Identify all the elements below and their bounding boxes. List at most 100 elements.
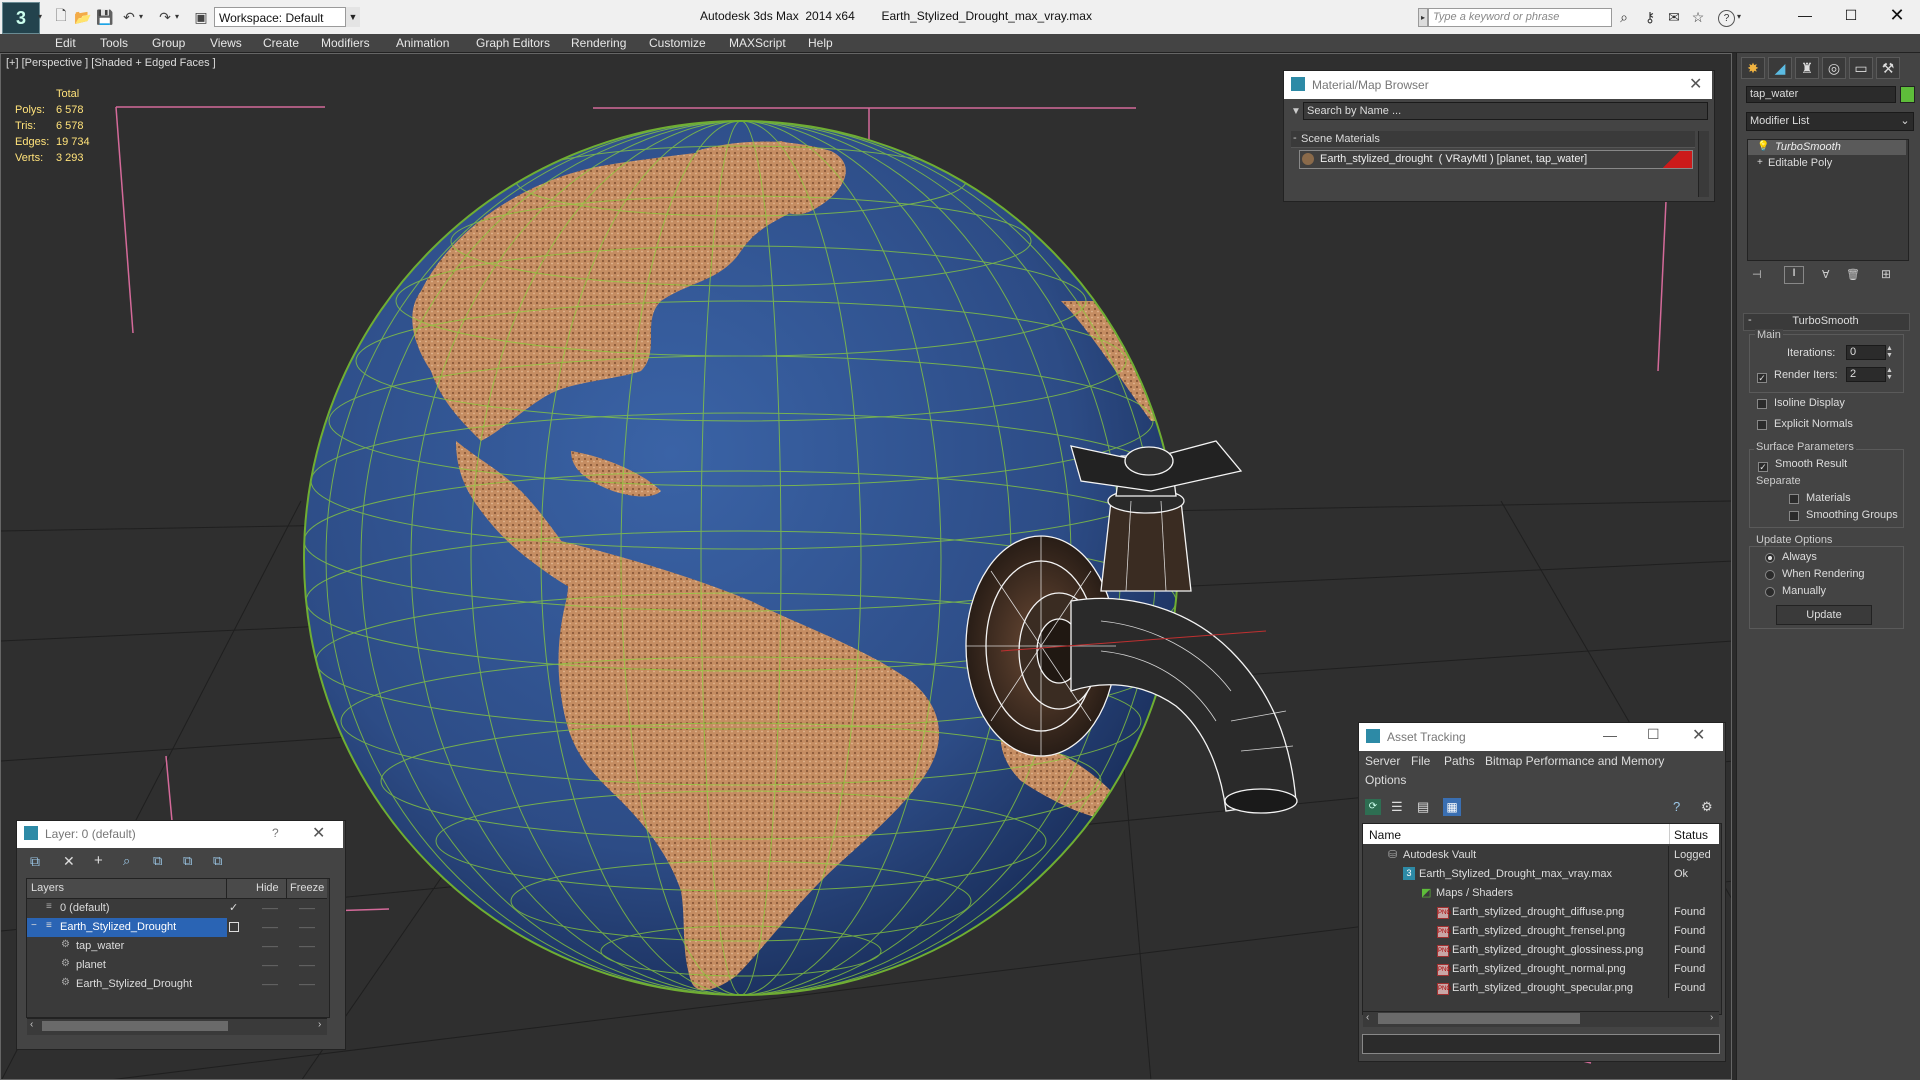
highlight-layer-icon[interactable]: ⧉ <box>153 853 162 869</box>
hide-toggle[interactable]: —— <box>262 904 278 913</box>
binoculars-icon[interactable]: ⌕ <box>1614 8 1634 26</box>
layer-object-row-planet[interactable] <box>27 956 327 975</box>
hide-toggle[interactable]: —— <box>262 980 278 989</box>
menu-graph-editors[interactable]: Graph Editors <box>476 34 550 52</box>
scroll-left-icon[interactable]: ‹ <box>1366 1012 1369 1023</box>
asset-menu-bitmap-performance[interactable]: Bitmap Performance and Memory <box>1485 754 1664 768</box>
create-tab-icon[interactable]: ✸ <box>1741 57 1765 79</box>
scroll-right-icon[interactable]: › <box>1710 1012 1713 1023</box>
smoothing-groups-checkbox[interactable] <box>1789 510 1799 524</box>
menu-edit[interactable]: Edit <box>55 34 76 52</box>
close-icon[interactable]: ✕ <box>1692 725 1705 745</box>
freeze-toggle[interactable]: —— <box>299 923 315 932</box>
remove-modifier-icon[interactable]: 🗑 <box>1846 268 1860 281</box>
asset-row-maps-shaders[interactable] <box>1363 884 1719 903</box>
minimize-button[interactable]: — <box>1782 0 1828 30</box>
object-color-swatch[interactable] <box>1900 86 1915 103</box>
search-expand-icon[interactable]: ▸ <box>1418 8 1428 27</box>
render-iters-spinner[interactable]: ▲ ▼ <box>1886 367 1893 381</box>
hide-column-header[interactable]: Hide <box>256 882 279 894</box>
modifier-list-dropdown[interactable]: Modifier List <box>1746 112 1914 131</box>
freeze-toggle[interactable]: —— <box>299 961 315 970</box>
create-layer-icon[interactable]: ⧉ <box>30 853 40 870</box>
minimize-button[interactable]: — <box>1603 727 1617 743</box>
close-button[interactable]: ✕ <box>1874 0 1920 30</box>
undo-dropdown-arrow[interactable]: ▾ <box>139 12 143 21</box>
maximize-button[interactable]: ☐ <box>1647 726 1660 743</box>
menu-create[interactable]: Create <box>263 34 299 52</box>
asset-menu-file[interactable]: File <box>1411 754 1430 768</box>
menu-views[interactable]: Views <box>210 34 242 52</box>
update-manually-radio[interactable] <box>1765 586 1775 600</box>
new-file-icon[interactable]: 🗋 <box>52 7 70 26</box>
redo-icon[interactable]: ↷ <box>156 8 174 26</box>
communication-center-icon[interactable]: ✉ <box>1664 8 1684 26</box>
separate-materials-checkbox[interactable] <box>1789 493 1799 507</box>
isoline-display-checkbox[interactable] <box>1757 398 1767 412</box>
asset-menu-paths[interactable]: Paths <box>1444 754 1475 768</box>
help-icon[interactable]: ? <box>1673 799 1680 814</box>
menu-rendering[interactable]: Rendering <box>571 34 626 52</box>
expand-plus-icon[interactable]: + <box>1757 157 1763 168</box>
freeze-all-layers-icon[interactable]: ⧉ <box>213 853 222 869</box>
freeze-toggle[interactable]: —— <box>299 942 315 951</box>
close-icon[interactable]: ✕ <box>1689 74 1702 94</box>
motion-tab-icon[interactable]: ◎ <box>1822 57 1846 79</box>
iterations-spinner[interactable]: ▲ ▼ <box>1886 345 1893 359</box>
settings-icon[interactable]: ⚙ <box>1701 799 1713 815</box>
object-name-field[interactable]: tap_water <box>1746 86 1896 103</box>
iterations-input[interactable]: 0 <box>1846 345 1886 360</box>
save-icon[interactable]: 💾 <box>96 8 114 26</box>
freeze-column-header[interactable]: Freeze <box>290 882 324 894</box>
hide-toggle[interactable]: —— <box>262 961 278 970</box>
asset-menu-server[interactable]: Server <box>1365 754 1400 768</box>
help-dropdown-arrow[interactable]: ▾ <box>1737 12 1741 21</box>
update-always-radio[interactable] <box>1765 552 1775 566</box>
expand-minus-icon[interactable]: − <box>31 920 37 931</box>
layer-object-row-tap-water[interactable] <box>27 937 327 956</box>
app-logo-button[interactable]: 3 <box>2 2 40 34</box>
key-icon[interactable]: ⚷ <box>1640 8 1660 26</box>
help-icon[interactable]: ? <box>1718 10 1735 27</box>
chevron-down-icon[interactable]: ⌄ <box>1898 113 1912 130</box>
make-current-checkbox[interactable] <box>229 922 239 932</box>
render-iters-input[interactable]: 2 <box>1846 367 1886 382</box>
layer-help-button[interactable]: ? <box>272 826 279 840</box>
layers-column-header[interactable]: Layers <box>31 882 64 894</box>
close-icon[interactable]: ✕ <box>312 823 325 843</box>
update-button[interactable]: Update <box>1776 605 1872 625</box>
freeze-toggle[interactable]: —— <box>299 904 315 913</box>
render-iters-checkbox[interactable]: ✓ <box>1757 370 1767 384</box>
update-when-rendering-radio[interactable] <box>1765 569 1775 583</box>
current-layer-check-icon[interactable]: ✓ <box>229 901 238 914</box>
make-unique-icon[interactable]: ∀ <box>1822 268 1830 281</box>
hide-all-layers-icon[interactable]: ⧉ <box>183 853 192 869</box>
utilities-tab-icon[interactable]: ⚒ <box>1876 57 1900 79</box>
list-view-icon[interactable]: ☰ <box>1391 799 1403 815</box>
menu-group[interactable]: Group <box>152 34 185 52</box>
scroll-left-icon[interactable]: ‹ <box>30 1019 33 1030</box>
material-browser-scrollbar[interactable] <box>1698 131 1709 197</box>
redo-dropdown-arrow[interactable]: ▾ <box>175 12 179 21</box>
select-objects-icon[interactable]: ⌕ <box>123 853 130 869</box>
modifier-stack-item-editable-poly[interactable]: Editable Poly <box>1768 157 1832 169</box>
configure-modifier-sets-icon[interactable]: ⊞ <box>1881 267 1891 281</box>
hierarchy-tab-icon[interactable]: ♜ <box>1795 57 1819 79</box>
refresh-icon[interactable]: ⟳ <box>1365 799 1381 815</box>
menu-customize[interactable]: Customize <box>649 34 706 52</box>
add-to-layer-icon[interactable]: + <box>94 852 103 869</box>
freeze-toggle[interactable]: —— <box>299 980 315 989</box>
search-input[interactable]: Type a keyword or phrase <box>1428 8 1612 27</box>
scrollbar-thumb[interactable] <box>1378 1013 1580 1024</box>
hold-icon[interactable]: ▣ <box>192 8 210 26</box>
logo-dropdown-arrow[interactable]: ▾ <box>38 12 42 21</box>
show-end-result-icon[interactable]: Ι <box>1784 266 1804 284</box>
undo-icon[interactable]: ↶ <box>120 8 138 26</box>
hide-toggle[interactable]: —— <box>262 923 278 932</box>
collapse-icon[interactable]: - <box>1293 132 1297 144</box>
maximize-button[interactable]: ☐ <box>1828 0 1874 30</box>
name-column-header[interactable]: Name <box>1369 828 1401 842</box>
smooth-result-checkbox[interactable]: ✓ <box>1758 459 1768 473</box>
material-search-input[interactable]: Search by Name ... <box>1303 102 1708 120</box>
open-file-icon[interactable]: 📂 <box>74 8 92 26</box>
